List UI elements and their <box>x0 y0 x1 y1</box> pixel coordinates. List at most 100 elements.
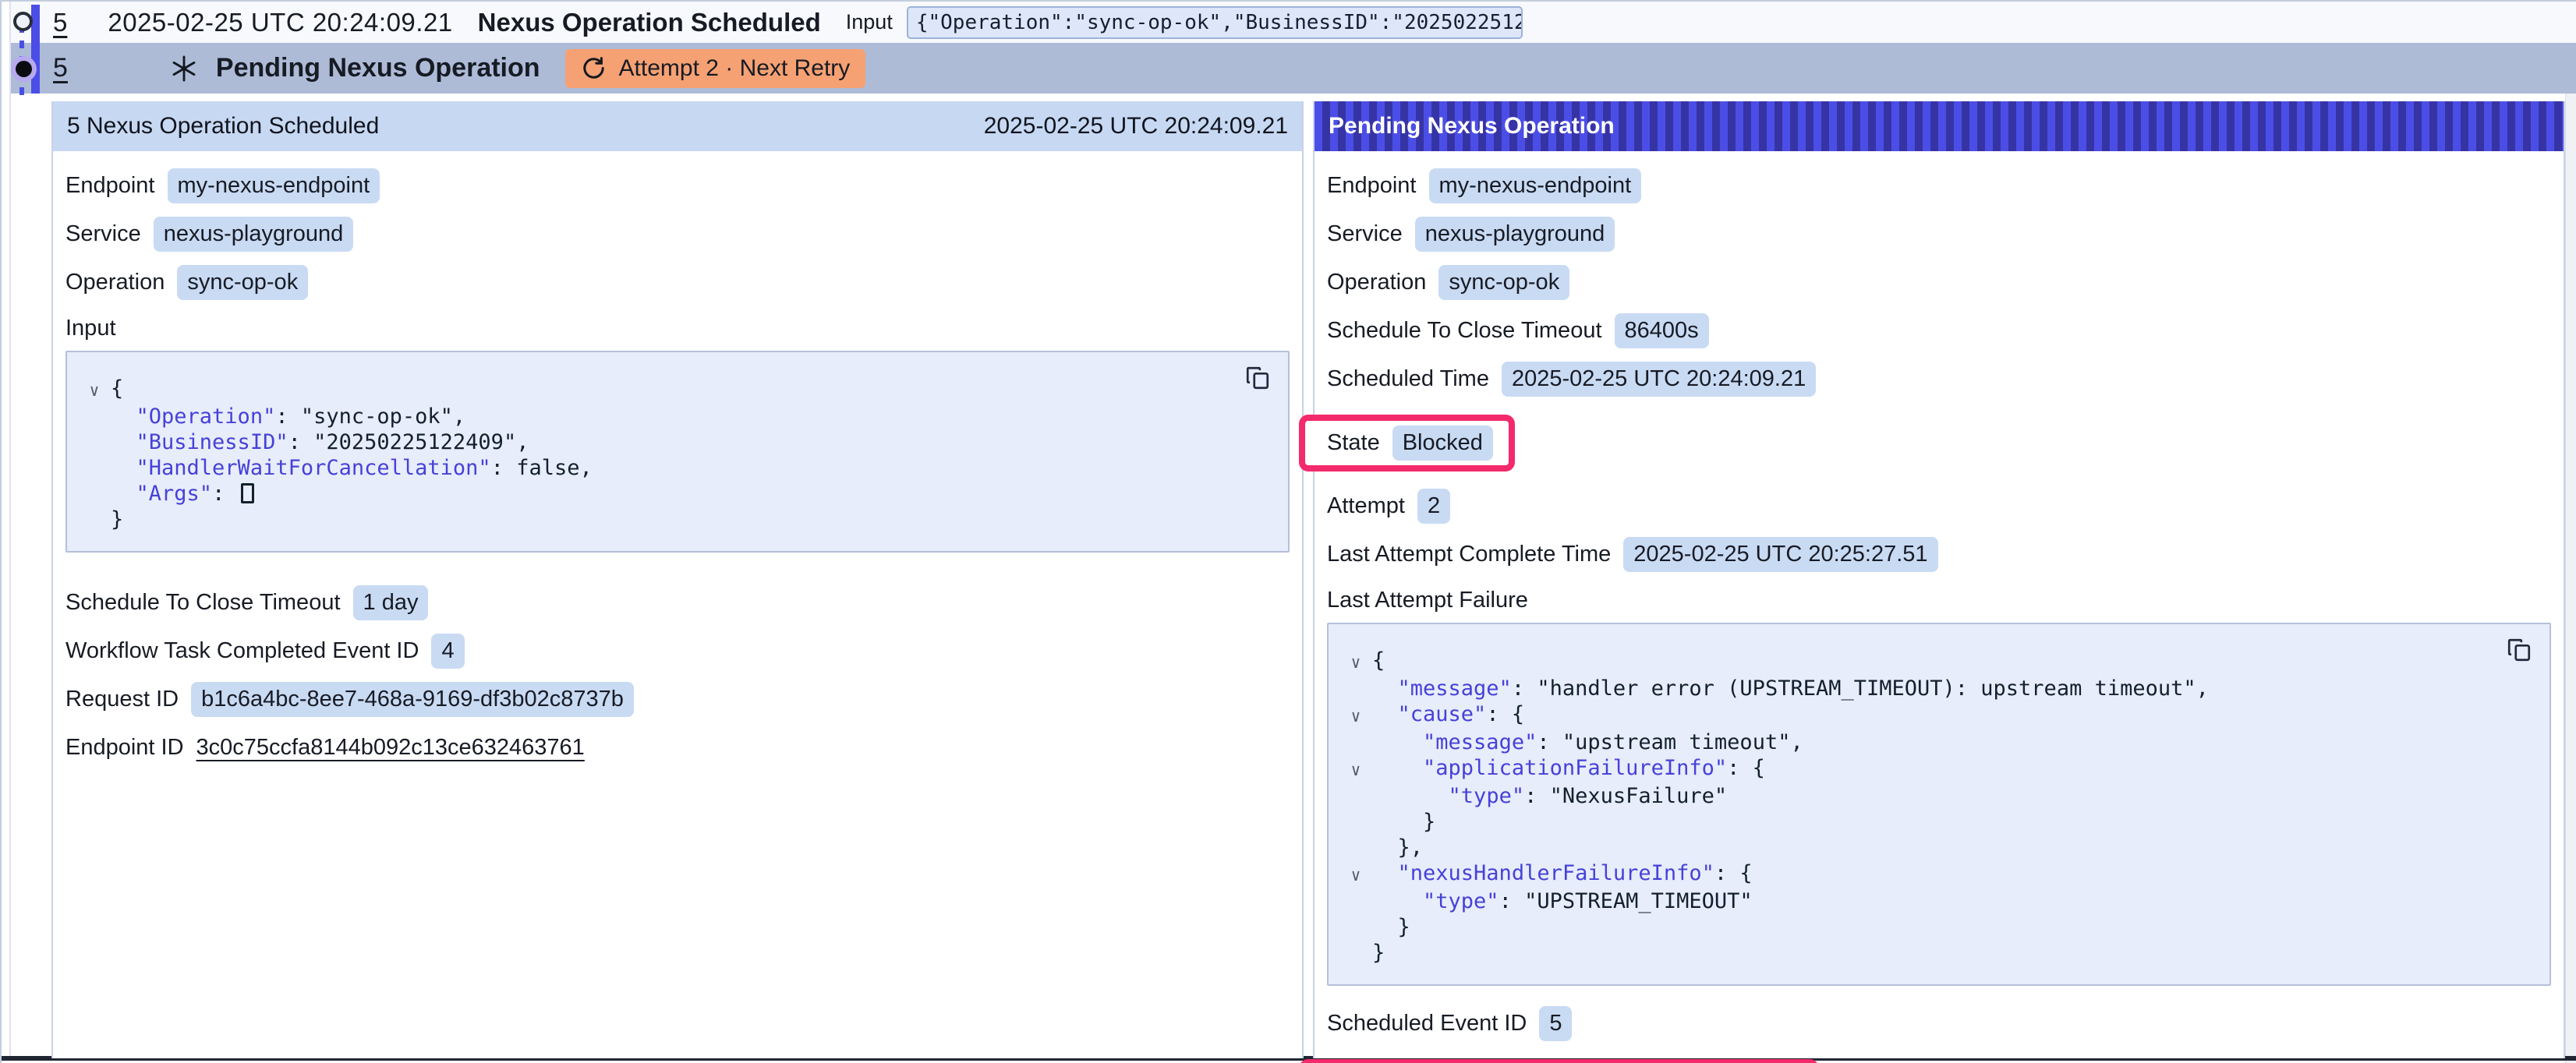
copy-icon[interactable] <box>2506 637 2532 663</box>
field-row-operation: Operationsync-op-ok <box>65 265 1290 300</box>
collapse-chevron-icon[interactable]: ∨ <box>78 376 111 404</box>
field-value: 2025-02-25 UTC 20:24:09.21 <box>1502 362 1816 397</box>
field-row-workflow-task-completed-event-id: Workflow Task Completed Event ID4 <box>65 634 1290 669</box>
event-history-viewport: 5 2025-02-25 UTC 20:24:09.21 Nexus Opera… <box>0 0 2576 1063</box>
event-id-link[interactable]: 5 <box>53 53 68 83</box>
code-gutter <box>78 455 111 481</box>
field-row-endpoint: Endpointmy-nexus-endpoint <box>1327 168 2551 203</box>
code-gutter <box>1339 783 1372 809</box>
collapse-chevron-icon[interactable]: ∨ <box>1339 860 1372 888</box>
pending-operation-panel: Pending Nexus Operation Endpointmy-nexus… <box>1313 101 2565 1058</box>
code-line: } <box>1339 809 2534 835</box>
field-value: sync-op-ok <box>1438 265 1569 300</box>
field-value: my-nexus-endpoint <box>168 168 380 203</box>
retry-icon <box>581 55 607 81</box>
collapse-chevron-icon[interactable]: ∨ <box>1339 701 1372 729</box>
scheduled-fields-bottom: Schedule To Close Timeout1 day Workflow T… <box>65 585 1290 765</box>
collapse-chevron-icon[interactable]: ∨ <box>1339 755 1372 783</box>
highlight-box: Blocked ReasonThe circuit breaker is ope… <box>1299 1059 1819 1063</box>
scheduled-panel-header: 5 Nexus Operation Scheduled 2025-02-25 U… <box>53 101 1302 151</box>
field-label: Endpoint ID <box>65 735 184 761</box>
field-value: b1c6a4bc-8ee7-468a-9169-df3b02c8737b <box>191 682 634 717</box>
code-gutter <box>1339 809 1372 835</box>
field-row-last-attempt-complete-time: Last Attempt Complete Time 2025-02-25 UTC… <box>1327 537 2551 572</box>
field-row-scheduled-time: Scheduled Time2025-02-25 UTC 20:24:09.21 <box>1327 362 2551 397</box>
event-detail-area: 5 Nexus Operation Scheduled 2025-02-25 U… <box>51 101 2565 1058</box>
code-line: } <box>1339 940 2534 966</box>
event-input-label: Input <box>846 10 893 34</box>
field-label: Service <box>1327 221 1403 247</box>
scheduled-event-panel: 5 Nexus Operation Scheduled 2025-02-25 U… <box>51 101 1304 1058</box>
field-label: Schedule To Close Timeout <box>65 590 341 616</box>
code-line: ∨ "applicationFailureInfo": { <box>1339 755 2534 783</box>
scheduled-panel-body: Endpoint my-nexus-endpoint Servicenexus-pl… <box>53 151 1302 778</box>
code-line: "type": "UPSTREAM_TIMEOUT" <box>1339 888 2534 914</box>
timeline-selected-bar <box>31 5 40 94</box>
code-gutter <box>78 507 111 532</box>
code-gutter <box>1339 729 1372 755</box>
copy-icon[interactable] <box>1244 365 1271 391</box>
pending-fields-bottom: Scheduled Event ID5Blocked ReasonThe cir… <box>1327 1006 2551 1063</box>
code-line: } <box>1339 914 2534 940</box>
collapse-chevron-icon[interactable]: ∨ <box>1339 648 1372 676</box>
field-row-request-id: Request IDb1c6a4bc-8ee7-468a-9169-df3b02… <box>65 682 1290 717</box>
field-label: Schedule To Close Timeout <box>1327 318 1602 344</box>
event-id-link[interactable]: 5 <box>53 8 67 37</box>
event-time: 2025-02-25 UTC 20:24:09.21 <box>108 8 452 37</box>
code-gutter <box>1339 835 1372 860</box>
field-value: 2025-02-25 UTC 20:25:27.51 <box>1623 537 1937 572</box>
input-json-viewer: ∨{ "Operation": "sync-op-ok", "BusinessI… <box>65 351 1290 553</box>
scheduled-panel-title: 5 Nexus Operation Scheduled <box>67 113 379 139</box>
event-row-pending-nexus-operation[interactable]: 5 Pending Nexus Operation Attempt 2 · Ne… <box>11 43 2576 94</box>
pending-panel-title: Pending Nexus Operation <box>1329 113 1615 139</box>
scrollbar-gutter[interactable] <box>2565 2 2576 1063</box>
code-gutter <box>78 404 111 429</box>
code-line: "Args": <box>78 481 1272 507</box>
table-left-guide <box>9 2 11 1057</box>
field-label: Last Attempt Complete Time <box>1327 542 1611 567</box>
last-attempt-failure-label: Last Attempt Failure <box>1327 588 2551 613</box>
code-line: ∨ "cause": { <box>1339 701 2534 729</box>
field-label: Scheduled Event ID <box>1327 1011 1527 1037</box>
code-gutter <box>1339 914 1372 940</box>
pending-asterisk-icon <box>169 54 199 83</box>
field-value: 5 <box>1539 1006 1572 1041</box>
field-value: sync-op-ok <box>177 265 308 300</box>
code-gutter <box>1339 888 1372 914</box>
field-value[interactable]: 3c0c75ccfa8144b092c13ce632463761 <box>196 735 585 761</box>
field-label: State <box>1327 430 1380 456</box>
field-row-schedule-to-close-timeout: Schedule To Close Timeout1 day <box>65 585 1290 620</box>
code-line: ∨{ <box>1339 648 2534 676</box>
code-gutter <box>1339 940 1372 966</box>
timeline-event-dot-filled <box>16 61 32 77</box>
field-row-state: State Blocked <box>1327 426 1493 461</box>
code-line: "Operation": "sync-op-ok", <box>78 404 1272 429</box>
code-line: "message": "upstream timeout", <box>1339 729 2534 755</box>
code-line: ∨{ <box>78 376 1272 404</box>
field-value: 86400s <box>1615 313 1709 348</box>
field-row-service: Service nexus-playground <box>1327 217 2551 252</box>
retry-attempt-badge: Attempt 2 · Next Retry <box>565 49 866 88</box>
code-gutter <box>1339 676 1372 701</box>
code-gutter <box>78 429 111 455</box>
scheduled-panel-time: 2025-02-25 UTC 20:24:09.21 <box>984 113 1288 139</box>
field-label: Attempt <box>1327 493 1405 519</box>
field-label: Endpoint <box>1327 173 1417 199</box>
event-title: Pending Nexus Operation <box>216 53 540 83</box>
field-value: Blocked <box>1392 426 1493 461</box>
pending-panel-header: Pending Nexus Operation <box>1315 101 2564 151</box>
field-value: 2 <box>1417 489 1450 524</box>
failure-json-viewer: ∨{ "message": "handler error (UPSTREAM_T… <box>1327 623 2551 986</box>
field-value: nexus-playground <box>154 217 354 252</box>
field-row-scheduled-event-id: Scheduled Event ID 5 <box>1327 1006 2551 1041</box>
scheduled-fields-top: Endpoint my-nexus-endpoint Servicenexus-pl… <box>65 168 1290 300</box>
event-row-nexus-operation-scheduled[interactable]: 5 2025-02-25 UTC 20:24:09.21 Nexus Opera… <box>11 2 2576 43</box>
field-label: Endpoint <box>65 173 155 199</box>
field-row-service: Servicenexus-playground <box>65 217 1290 252</box>
field-label: Operation <box>1327 270 1426 295</box>
field-value: 4 <box>431 634 464 669</box>
field-row-schedule-to-close-timeout: Schedule To Close Timeout 86400s <box>1327 313 2551 348</box>
event-input-preview-chip[interactable]: {"Operation":"sync-op-ok","BusinessID":"… <box>907 6 1523 39</box>
field-value: nexus-playground <box>1415 217 1615 252</box>
input-section-label: Input <box>65 316 1290 341</box>
